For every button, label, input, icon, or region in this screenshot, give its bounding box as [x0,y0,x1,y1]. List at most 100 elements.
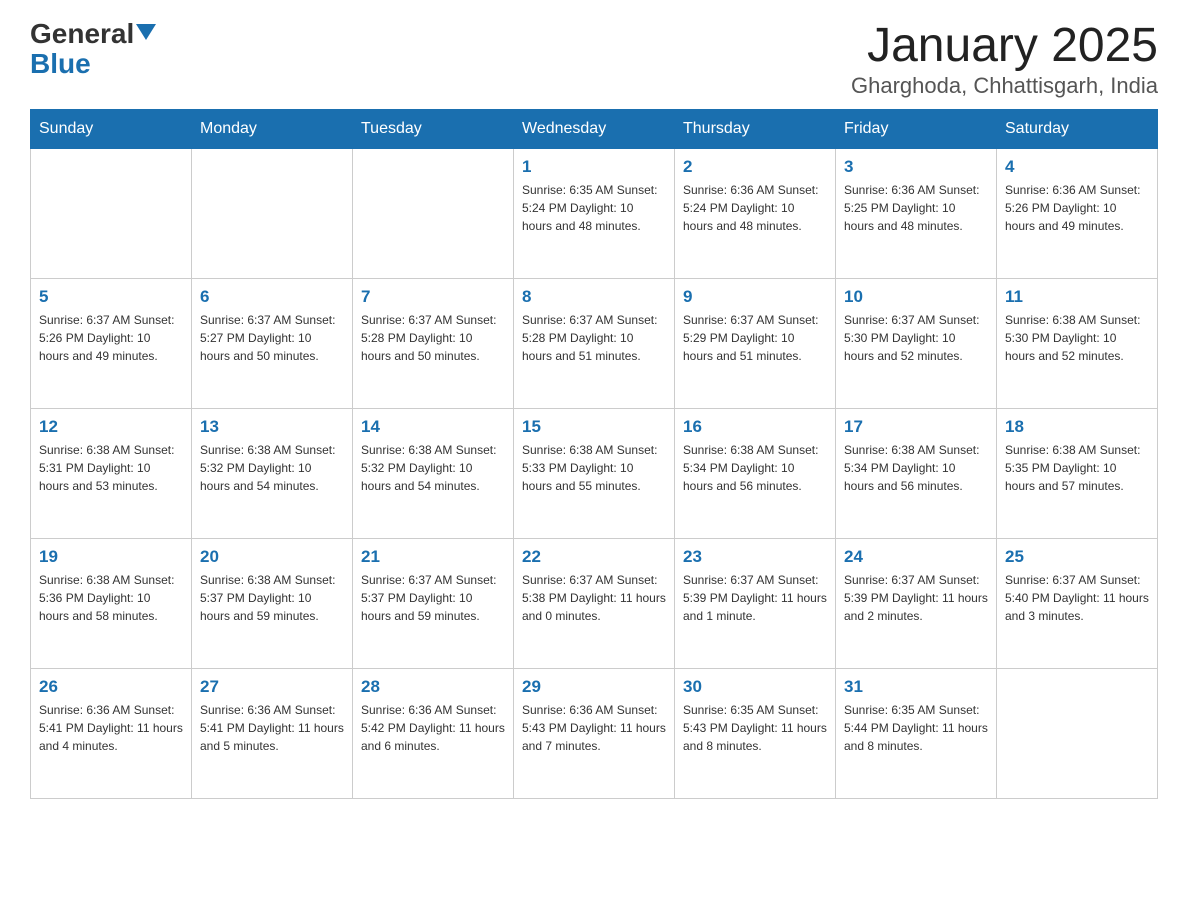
calendar-cell: 21Sunrise: 6:37 AM Sunset: 5:37 PM Dayli… [353,538,514,668]
page-header: General Blue January 2025 Gharghoda, Chh… [30,20,1158,99]
calendar-week-3: 12Sunrise: 6:38 AM Sunset: 5:31 PM Dayli… [31,408,1158,538]
calendar-cell: 20 Sunrise: 6:38 AM Sunset: 5:37 PM Dayli… [192,538,353,668]
logo: General Blue [30,20,156,80]
calendar-cell: 9 Sunrise: 6:37 AM Sunset: 5:29 PM Daylig… [675,278,836,408]
calendar-cell [192,148,353,278]
day-info: Sunrise: 6:38 AM Sunset: 5:34 PM Dayligh… [683,441,827,495]
calendar-cell: 24 Sunrise: 6:37 AM Sunset: 5:39 PM Dayli… [836,538,997,668]
day-number: 29 [522,677,666,697]
column-header-wednesday: Wednesday [514,109,675,148]
calendar-cell: 8Sunrise: 6:37 AM Sunset: 5:28 PM Daylig… [514,278,675,408]
calendar-cell: 19Sunrise: 6:38 AM Sunset: 5:36 PM Dayli… [31,538,192,668]
calendar-cell: 1 Sunrise: 6:35 AM Sunset: 5:24 PM Daylig… [514,148,675,278]
day-info: Sunrise: 6:37 AM Sunset: 5:29 PM Dayligh… [683,311,827,365]
day-number: 1 [522,157,666,177]
calendar-cell: 30 Sunrise: 6:35 AM Sunset: 5:43 PM Dayli… [675,668,836,798]
day-number: 19 [39,547,183,567]
day-number: 24 [844,547,988,567]
logo-blue-text: Blue [30,48,91,80]
day-info: Sunrise: 6:38 AM Sunset: 5:32 PM Dayligh… [200,441,344,495]
calendar-cell: 14Sunrise: 6:38 AM Sunset: 5:32 PM Dayli… [353,408,514,538]
calendar-cell: 6 Sunrise: 6:37 AM Sunset: 5:27 PM Daylig… [192,278,353,408]
column-header-sunday: Sunday [31,109,192,148]
day-info: Sunrise: 6:37 AM Sunset: 5:30 PM Dayligh… [844,311,988,365]
calendar-subtitle: Gharghoda, Chhattisgarh, India [851,73,1158,99]
day-info: Sunrise: 6:35 AM Sunset: 5:24 PM Dayligh… [522,181,666,235]
day-info: Sunrise: 6:35 AM Sunset: 5:43 PM Dayligh… [683,701,827,755]
day-info: Sunrise: 6:36 AM Sunset: 5:42 PM Dayligh… [361,701,505,755]
calendar-cell: 13 Sunrise: 6:38 AM Sunset: 5:32 PM Dayli… [192,408,353,538]
calendar-cell: 22Sunrise: 6:37 AM Sunset: 5:38 PM Dayli… [514,538,675,668]
day-info: Sunrise: 6:36 AM Sunset: 5:41 PM Dayligh… [200,701,344,755]
day-number: 8 [522,287,666,307]
day-info: Sunrise: 6:37 AM Sunset: 5:27 PM Dayligh… [200,311,344,365]
column-header-friday: Friday [836,109,997,148]
column-header-saturday: Saturday [997,109,1158,148]
day-number: 25 [1005,547,1149,567]
day-number: 9 [683,287,827,307]
day-number: 17 [844,417,988,437]
calendar-cell: 17 Sunrise: 6:38 AM Sunset: 5:34 PM Dayli… [836,408,997,538]
day-number: 26 [39,677,183,697]
calendar-cell: 25 Sunrise: 6:37 AM Sunset: 5:40 PM Dayli… [997,538,1158,668]
day-info: Sunrise: 6:38 AM Sunset: 5:30 PM Dayligh… [1005,311,1149,365]
day-info: Sunrise: 6:36 AM Sunset: 5:43 PM Dayligh… [522,701,666,755]
calendar-cell: 3Sunrise: 6:36 AM Sunset: 5:25 PM Daylig… [836,148,997,278]
day-number: 6 [200,287,344,307]
calendar-cell: 27 Sunrise: 6:36 AM Sunset: 5:41 PM Dayli… [192,668,353,798]
calendar-cell: 12Sunrise: 6:38 AM Sunset: 5:31 PM Dayli… [31,408,192,538]
day-number: 21 [361,547,505,567]
day-number: 31 [844,677,988,697]
calendar-header-row: SundayMondayTuesdayWednesdayThursdayFrid… [31,109,1158,148]
day-number: 13 [200,417,344,437]
column-header-monday: Monday [192,109,353,148]
day-info: Sunrise: 6:36 AM Sunset: 5:26 PM Dayligh… [1005,181,1149,235]
day-info: Sunrise: 6:36 AM Sunset: 5:24 PM Dayligh… [683,181,827,235]
logo-triangle-icon [136,24,156,40]
day-info: Sunrise: 6:37 AM Sunset: 5:40 PM Dayligh… [1005,571,1149,625]
calendar-cell: 11 Sunrise: 6:38 AM Sunset: 5:30 PM Dayli… [997,278,1158,408]
day-number: 7 [361,287,505,307]
day-number: 10 [844,287,988,307]
day-number: 30 [683,677,827,697]
calendar-week-4: 19Sunrise: 6:38 AM Sunset: 5:36 PM Dayli… [31,538,1158,668]
day-number: 11 [1005,287,1149,307]
calendar-cell: 26 Sunrise: 6:36 AM Sunset: 5:41 PM Dayli… [31,668,192,798]
logo-general-text: General [30,20,134,48]
calendar-week-1: 1 Sunrise: 6:35 AM Sunset: 5:24 PM Daylig… [31,148,1158,278]
day-number: 16 [683,417,827,437]
day-info: Sunrise: 6:37 AM Sunset: 5:39 PM Dayligh… [683,571,827,625]
calendar-cell: 18Sunrise: 6:38 AM Sunset: 5:35 PM Dayli… [997,408,1158,538]
day-number: 15 [522,417,666,437]
calendar-body: 1 Sunrise: 6:35 AM Sunset: 5:24 PM Daylig… [31,148,1158,798]
day-info: Sunrise: 6:38 AM Sunset: 5:37 PM Dayligh… [200,571,344,625]
calendar-week-5: 26 Sunrise: 6:36 AM Sunset: 5:41 PM Dayli… [31,668,1158,798]
day-info: Sunrise: 6:37 AM Sunset: 5:28 PM Dayligh… [361,311,505,365]
calendar-table: SundayMondayTuesdayWednesdayThursdayFrid… [30,109,1158,799]
calendar-cell: 29 Sunrise: 6:36 AM Sunset: 5:43 PM Dayli… [514,668,675,798]
calendar-title-section: January 2025 Gharghoda, Chhattisgarh, In… [851,20,1158,99]
day-info: Sunrise: 6:37 AM Sunset: 5:26 PM Dayligh… [39,311,183,365]
calendar-cell [997,668,1158,798]
day-info: Sunrise: 6:37 AM Sunset: 5:39 PM Dayligh… [844,571,988,625]
day-info: Sunrise: 6:38 AM Sunset: 5:34 PM Dayligh… [844,441,988,495]
calendar-week-2: 5 Sunrise: 6:37 AM Sunset: 5:26 PM Daylig… [31,278,1158,408]
day-number: 27 [200,677,344,697]
day-number: 14 [361,417,505,437]
day-number: 5 [39,287,183,307]
calendar-cell: 2 Sunrise: 6:36 AM Sunset: 5:24 PM Daylig… [675,148,836,278]
calendar-cell: 16 Sunrise: 6:38 AM Sunset: 5:34 PM Dayli… [675,408,836,538]
day-number: 2 [683,157,827,177]
day-info: Sunrise: 6:36 AM Sunset: 5:25 PM Dayligh… [844,181,988,235]
calendar-cell: 15 Sunrise: 6:38 AM Sunset: 5:33 PM Dayli… [514,408,675,538]
calendar-cell: 28 Sunrise: 6:36 AM Sunset: 5:42 PM Dayli… [353,668,514,798]
day-info: Sunrise: 6:37 AM Sunset: 5:38 PM Dayligh… [522,571,666,625]
day-info: Sunrise: 6:38 AM Sunset: 5:33 PM Dayligh… [522,441,666,495]
calendar-cell: 4Sunrise: 6:36 AM Sunset: 5:26 PM Daylig… [997,148,1158,278]
day-number: 28 [361,677,505,697]
day-info: Sunrise: 6:36 AM Sunset: 5:41 PM Dayligh… [39,701,183,755]
day-number: 12 [39,417,183,437]
day-number: 20 [200,547,344,567]
day-number: 23 [683,547,827,567]
calendar-cell [31,148,192,278]
